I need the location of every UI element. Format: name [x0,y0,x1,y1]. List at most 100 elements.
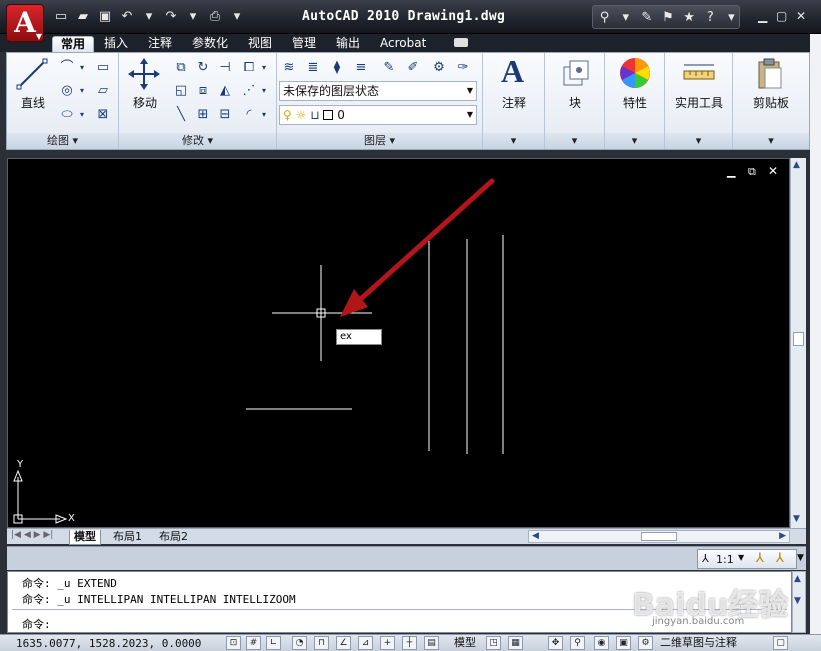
tab-acrobat[interactable]: Acrobat [380,36,426,52]
properties-expand-icon[interactable]: ▾ [605,133,664,149]
utilities-expand-icon[interactable]: ▾ [665,133,732,149]
coordinate-readout[interactable]: 1635.0077, 1528.2023, 0.0000 [16,637,201,650]
scroll-right-icon[interactable]: ▶ [779,531,786,541]
hscroll-thumb[interactable] [641,532,677,541]
ortho-icon[interactable]: ∟ [266,636,281,650]
layout-quickview-icon[interactable]: ◳ [486,636,501,650]
help-icon[interactable]: ? [703,10,718,25]
layer-state-dropdown[interactable]: 未保存的图层状态 ▼ [279,81,477,101]
copy-icon[interactable]: ⧉ [171,58,191,77]
application-menu-button[interactable]: A ▼ [6,4,44,42]
layer-dropdown[interactable]: ♀ ☼ ⊔ 0 ▼ [279,105,477,125]
scroll-up-icon[interactable]: ▲ [793,160,800,170]
move-icon[interactable] [127,57,161,91]
scroll-thumb[interactable] [793,332,804,346]
rectangle-tool-icon[interactable]: ▱ [93,81,113,100]
polyline-icon[interactable]: ⌒ [57,58,77,77]
layer-freeze-icon[interactable]: ✎ [379,58,399,77]
scroll-down-icon[interactable]: ▼ [793,514,800,524]
command-prompt[interactable]: 命令: [22,616,51,632]
fillet-dropdown-icon[interactable]: ▾ [259,105,269,124]
tab-home[interactable]: 常用 [52,36,95,52]
fillet-icon[interactable]: ╲ [171,105,191,124]
erase-icon[interactable]: ⧠ [239,58,259,77]
circle-icon[interactable]: ◎ [57,81,77,100]
annotation-scale-control[interactable]: ⅄ 1:1 ▼ ⅄ ⅄ [697,549,797,569]
hatch-icon[interactable]: ⊠ [93,105,113,124]
draw-panel-title[interactable]: 绘图 ▾ [7,133,118,149]
minimize-icon[interactable]: ▁ [758,9,767,23]
vertical-scrollbar[interactable]: ▲ ▼ [790,158,806,528]
zoom-icon[interactable]: ⚲ [570,636,585,650]
status-tray-arrow-icon[interactable]: ▼ [797,553,804,563]
horizontal-scrollbar[interactable]: ◀ ▶ [528,530,790,543]
stretch-icon[interactable]: ◱ [171,81,191,100]
ducs-icon[interactable]: ⊿ [358,636,373,650]
layers-panel-title[interactable]: 图层 ▾ [277,133,482,149]
scale-icon[interactable]: ⧈ [193,81,213,100]
layer-off-icon[interactable]: ✐ [403,58,423,77]
cmd-scroll-up-icon[interactable]: ▲ [794,574,801,584]
redo-dropdown-icon[interactable]: ▾ [184,8,202,26]
tab-insert[interactable]: 插入 [104,36,128,52]
showmotion-icon[interactable]: ▣ [616,636,631,650]
cmd-scroll-down-icon[interactable]: ▼ [794,596,801,606]
osnap-icon[interactable]: ⊓ [314,636,329,650]
viewport-minimize-icon[interactable]: ▁ [727,165,735,178]
ellipse-icon[interactable]: ⬭ [57,105,77,124]
close-icon[interactable]: ✕ [796,9,806,23]
undo-icon[interactable]: ↶ [118,8,136,26]
erase-dropdown-icon[interactable]: ▾ [259,58,269,77]
layout-nav-icons[interactable]: |◀ ◀ ▶ ▶| [11,530,53,540]
ellipse-dropdown-icon[interactable]: ▾ [77,105,87,124]
clipboard-expand-icon[interactable]: ▾ [733,133,809,149]
explode-dropdown-icon[interactable]: ▾ [259,81,269,100]
viewport-restore-icon[interactable]: ⧉ [748,165,756,179]
tab-output[interactable]: 输出 [336,36,360,52]
line-label[interactable]: 直线 [15,94,51,111]
tab-parametric[interactable]: 参数化 [192,36,228,52]
workspace-gear-icon[interactable]: ⚙ [638,636,653,650]
tab-view[interactable]: 视图 [248,36,272,52]
clean-screen-icon[interactable]: ▢ [773,636,788,650]
lineweight-icon[interactable]: ┼ [402,636,417,650]
qat-customize-icon[interactable]: ▾ [228,8,246,26]
dyn-icon[interactable]: + [380,636,395,650]
move-label[interactable]: 移动 [127,94,163,111]
tab-annotate[interactable]: 注释 [148,36,172,52]
polar-icon[interactable]: ◔ [292,636,307,650]
search-dropdown-icon[interactable]: ▾ [618,10,633,25]
print-icon[interactable]: ⎙ [206,8,224,26]
favorites-star-icon[interactable]: ★ [682,10,697,25]
quick-properties-icon[interactable]: ▤ [424,636,439,650]
tab-layout1[interactable]: 布局1 [113,530,142,544]
auto-scale-icon[interactable]: ⅄ [776,551,784,566]
search-binoculars-icon[interactable]: ⚲ [597,10,612,25]
layer-isolate-icon[interactable]: ⧫ [327,58,347,77]
polyline-dropdown-icon[interactable]: ▾ [77,58,87,77]
modify-panel-title[interactable]: 修改 ▾ [119,133,276,149]
pan-icon[interactable]: ✥ [548,636,563,650]
circle-dropdown-icon[interactable]: ▾ [77,81,87,100]
clipboard-panel[interactable]: 剪贴板 ▾ [733,53,809,149]
save-icon[interactable]: ▣ [96,8,114,26]
scroll-left-icon[interactable]: ◀ [532,531,539,541]
grid-icon[interactable]: # [246,636,261,650]
block-expand-icon[interactable]: ▾ [545,133,604,149]
fillet-tool-icon[interactable]: ◜ [239,105,259,124]
offset-icon[interactable]: ⊟ [215,105,235,124]
model-space-label[interactable]: 模型 [454,636,476,650]
layer-match-icon[interactable]: ✑ [453,58,473,77]
drawing-canvas[interactable]: Y X ex ▁ ⧉ ✕ [7,158,790,528]
help-dropdown-icon[interactable]: ▾ [724,10,739,25]
explode-icon[interactable]: ⋰ [239,81,259,100]
rectangle-icon[interactable]: ▭ [93,58,113,77]
tab-model[interactable]: 模型 [69,530,101,545]
layer-states-icon[interactable]: ≣ [303,58,323,77]
annotation-expand-icon[interactable]: ▾ [483,133,544,149]
layer-lock-icon[interactable]: ⚙ [429,58,449,77]
infer-constraints-icon[interactable]: ⊡ [226,636,241,650]
layer-unisolate-icon[interactable]: ≡ [351,58,371,77]
redo-icon[interactable]: ↷ [162,8,180,26]
new-file-icon[interactable]: ▭ [52,8,70,26]
